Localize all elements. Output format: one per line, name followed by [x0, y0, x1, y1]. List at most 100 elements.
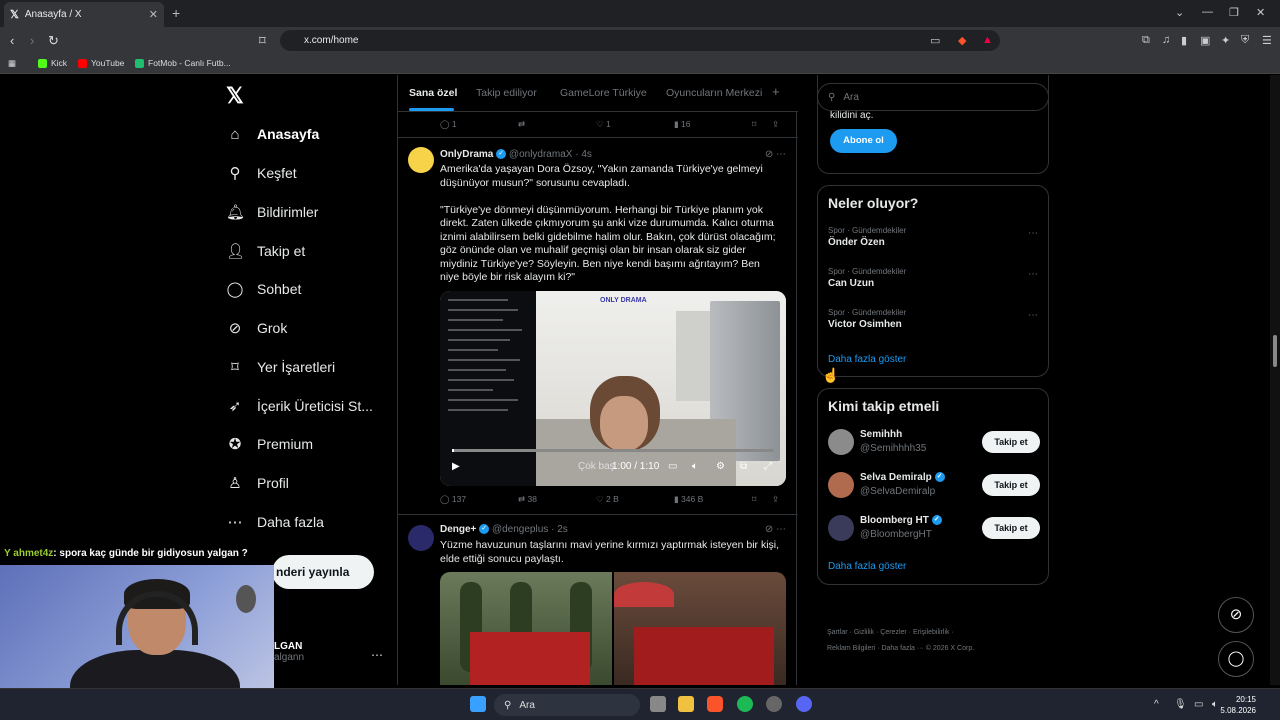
browser-tab[interactable]: 𝕏 Anasayfa / X ✕ [4, 2, 164, 27]
cast-icon[interactable]: ▭ [930, 34, 940, 47]
follow-suggestion[interactable]: Selva Demiralp ✓ @SelvaDemiralp Takip et [828, 472, 1040, 502]
post-button[interactable]: nderi yayınla [272, 555, 374, 589]
nav-item-grok[interactable]: ⊘ Grok [226, 314, 288, 342]
sidebar-icon[interactable]: ▮ [1181, 34, 1187, 47]
brave-icon[interactable] [707, 696, 723, 712]
repost-button[interactable]: ⇄ 38 [518, 494, 537, 505]
bookmark-youtube[interactable]: YouTube [78, 58, 124, 68]
share-icon[interactable]: ⇪ [772, 494, 779, 505]
scrollbar[interactable] [1270, 75, 1280, 685]
tweet-image[interactable] [614, 572, 786, 685]
bookmark-page-icon[interactable]: ⌑ [259, 33, 266, 49]
trend-item[interactable]: Spor · Gündemdekiler Victor Osimhen ⋯ [828, 308, 1038, 330]
apps-icon[interactable]: ▦ [8, 58, 16, 69]
tab-for-you[interactable]: Sana özel [409, 87, 457, 99]
volume-icon[interactable]: 🔈︎ [692, 461, 698, 472]
task-view-icon[interactable] [650, 696, 666, 712]
like-button[interactable]: ♡ 2 B [596, 494, 619, 505]
taskbar-search[interactable]: ⚲ Ara [494, 694, 640, 716]
video-progress-bar[interactable] [452, 449, 774, 452]
tray-chevron-icon[interactable]: ^ [1154, 699, 1159, 710]
play-icon[interactable]: ▶ [452, 461, 460, 472]
network-icon[interactable]: ▭ [1194, 699, 1203, 710]
search-input[interactable]: ⚲ Ara [817, 83, 1049, 111]
bookmark-fotmob[interactable]: FotMob - Canlı Futb... [135, 58, 231, 68]
nav-item-premium[interactable]: ✪ Premium [226, 430, 313, 458]
grok-fab-icon[interactable]: ⊘ [1218, 597, 1254, 633]
forward-icon[interactable]: › [30, 33, 34, 48]
pip-icon[interactable]: ⧉ [740, 461, 747, 472]
back-icon[interactable]: ‹ [10, 33, 14, 48]
media-icon[interactable]: ♫ [1162, 34, 1170, 46]
tweet-more-icon[interactable]: ⊘ ⋯ [765, 149, 786, 160]
start-icon[interactable] [470, 696, 486, 712]
x-logo-icon[interactable]: 𝕏 [226, 83, 244, 109]
tab-list-icon[interactable]: ⌄ [1175, 6, 1184, 19]
avatar[interactable] [828, 515, 854, 541]
discord-icon[interactable] [796, 696, 812, 712]
add-tab-icon[interactable]: + [772, 84, 780, 99]
maximize-icon[interactable]: ❐ [1229, 6, 1239, 19]
new-tab-icon[interactable]: + [172, 5, 180, 21]
views-button[interactable]: ▮ 16 [674, 119, 691, 130]
menu-icon[interactable]: ☰ [1262, 34, 1272, 47]
follow-button[interactable]: Takip et [982, 474, 1040, 496]
account-more-icon[interactable]: ⋯ [371, 648, 383, 662]
avatar[interactable] [408, 525, 434, 551]
show-more-follows[interactable]: Daha fazla göster [828, 561, 906, 572]
views-button[interactable]: ▮ 346 B [674, 494, 703, 505]
account-switcher[interactable]: LGAN algann [274, 641, 304, 663]
settings-icon[interactable]: ⚙ [716, 461, 725, 472]
avatar[interactable] [408, 147, 434, 173]
nav-item-chat[interactable]: ◯ Sohbet [226, 275, 302, 303]
trend-more-icon[interactable]: ⋯ [1028, 269, 1038, 280]
reply-button[interactable]: ◯ 137 [440, 494, 466, 505]
bookmark-tweet-icon[interactable]: ⌑ [752, 119, 756, 130]
tweet-image[interactable] [440, 572, 612, 685]
address-bar[interactable]: x.com/home [280, 30, 1000, 51]
close-window-icon[interactable]: ✕ [1256, 6, 1265, 19]
footer-links[interactable]: Şartlar · Gizlilik · Çerezler · Erişileb… [827, 625, 1047, 657]
trend-more-icon[interactable]: ⋯ [1028, 310, 1038, 321]
file-explorer-icon[interactable] [678, 696, 694, 712]
tweet[interactable]: OnlyDrama ✓ @onlydramaX · 4s ⊘ ⋯ Amerika… [398, 138, 798, 515]
spotify-icon[interactable] [737, 696, 753, 712]
tab-following[interactable]: Takip ediliyor [476, 87, 537, 99]
follow-suggestion[interactable]: Bloomberg HT ✓ @BloombergHT Takip et [828, 515, 1040, 545]
follow-button[interactable]: Takip et [982, 431, 1040, 453]
trend-item[interactable]: Spor · Gündemdekiler Can Uzun ⋯ [828, 267, 1038, 289]
leo-icon[interactable]: ✦ [1221, 34, 1230, 47]
brave-rewards-icon[interactable]: ▲ [982, 34, 993, 46]
trend-more-icon[interactable]: ⋯ [1028, 228, 1038, 239]
captions-icon[interactable]: ▭ [668, 461, 677, 472]
wallet-icon[interactable]: ▣ [1200, 34, 1210, 47]
messages-fab-icon[interactable]: ◯ [1218, 641, 1254, 677]
like-button[interactable]: ♡ 1 [596, 119, 611, 130]
tab-gamelore[interactable]: GameLore Türkiye [560, 87, 647, 99]
tweet-video[interactable]: ONLY DRAMA ▶ Çok baş 1:00 / 1:10 ▭ 🔈︎ ⚙ … [440, 291, 786, 486]
avatar[interactable] [828, 472, 854, 498]
reload-icon[interactable]: ↻ [48, 33, 59, 49]
fullscreen-icon[interactable]: ⤢ [764, 461, 772, 472]
nav-item-creator-studio[interactable]: ➶ İçerik Üreticisi St... [226, 392, 373, 420]
trend-item[interactable]: Spor · Gündemdekiler Önder Özen ⋯ [828, 226, 1038, 248]
brave-shield-icon[interactable]: ◆ [958, 34, 966, 47]
nav-item-bookmarks[interactable]: ⌑ Yer İşaretleri [226, 353, 335, 381]
share-icon[interactable]: ⇪ [772, 119, 779, 130]
tweet-more-icon[interactable]: ⊘ ⋯ [765, 524, 786, 535]
follow-suggestion[interactable]: Semihhh @Semihhhh35 Takip et [828, 429, 1040, 459]
nav-item-more[interactable]: ⋯ Daha fazla [226, 508, 324, 536]
system-clock[interactable]: 20:15 5.08.2026 [1220, 694, 1256, 716]
bookmark-tweet-icon[interactable]: ⌑ [752, 494, 756, 505]
tab-close-icon[interactable]: ✕ [149, 8, 158, 21]
nav-item-follow[interactable]: 👤︎ Takip et [226, 237, 305, 265]
nav-item-profile[interactable]: ♙ Profil [226, 469, 289, 497]
reply-button[interactable]: ◯ 1 [440, 119, 457, 130]
steam-icon[interactable] [766, 696, 782, 712]
subscribe-button[interactable]: Abone ol [830, 129, 897, 153]
nav-item-explore[interactable]: ⚲ Keşfet [226, 159, 297, 187]
repost-button[interactable]: ⇄ [518, 119, 525, 130]
mic-icon[interactable]: 🎙︎ [1174, 699, 1187, 710]
tweet-images[interactable] [440, 572, 786, 685]
nav-item-home[interactable]: ⌂ Anasayfa [226, 120, 319, 148]
